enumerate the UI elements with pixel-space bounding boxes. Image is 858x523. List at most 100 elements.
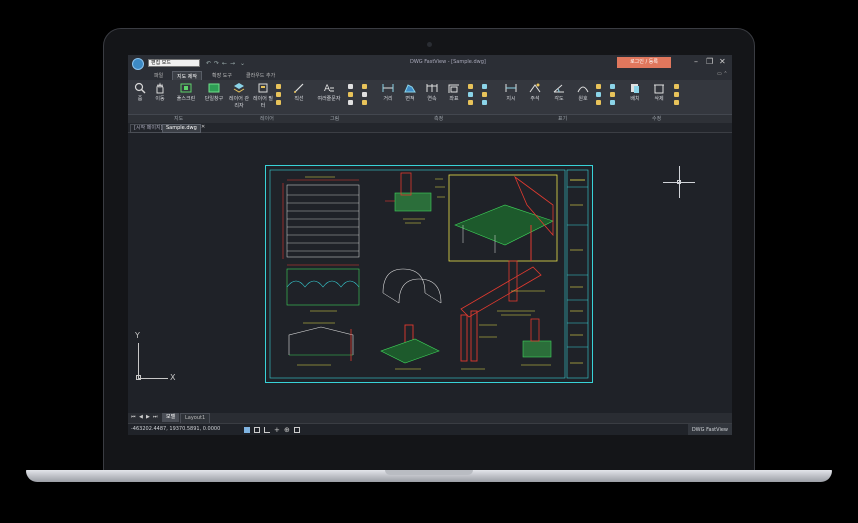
annotate-option-icon[interactable] — [610, 100, 615, 105]
zoom-button[interactable]: 줌 — [132, 82, 148, 102]
forward-icon[interactable]: → — [230, 60, 235, 67]
measure-button[interactable]: 단일창구 — [202, 82, 226, 102]
group-label-layer: 레이어 — [260, 116, 274, 122]
arch-frame-isometric — [382, 268, 442, 304]
measure-option-icon[interactable] — [468, 84, 473, 89]
ucs-y-axis — [138, 343, 139, 378]
tab-extension-tools[interactable]: 확장 도구 — [208, 71, 236, 80]
app-window: 편집 모드 ↶ ↷ ← → ⌄ DWG FastView - [Sample.d… — [128, 55, 732, 435]
next-layout-icon[interactable]: ▶ — [146, 414, 150, 420]
layers-icon — [233, 83, 245, 93]
ribbon-group-labels: 지도 레이어 그림 측정 표기 수정 — [128, 114, 732, 123]
layer-option-icon[interactable] — [276, 92, 281, 97]
multiline-text-button[interactable]: A 여러줄문자 — [314, 82, 344, 102]
area-button[interactable]: 면적 — [402, 82, 418, 102]
tab-model[interactable]: 모델 — [162, 413, 180, 422]
ucs-x-label: X — [170, 373, 176, 382]
group-label-draw: 그림 — [330, 116, 340, 122]
ortho-icon[interactable] — [264, 427, 270, 433]
linear-dimension-button[interactable]: 거리 — [380, 82, 396, 102]
pan-label: 이동 — [155, 96, 165, 102]
modify-option-icon[interactable] — [674, 92, 679, 97]
line-button[interactable]: 직선 — [291, 82, 307, 102]
leader-button[interactable]: 지시 — [503, 82, 519, 102]
arc-icon — [577, 86, 589, 93]
last-layout-icon[interactable]: ⏭ — [153, 414, 158, 420]
osnap-icon[interactable]: ⊕ — [284, 427, 290, 434]
layer-option-icon[interactable] — [276, 84, 281, 89]
undo-icon[interactable]: ↶ — [206, 60, 211, 67]
layout-label: 배치 — [630, 96, 640, 102]
measure-option-icon[interactable] — [482, 92, 487, 97]
angle-label: 각도 — [554, 96, 564, 102]
lineweight-icon[interactable] — [294, 427, 300, 433]
group-label-measure: 측정 — [434, 116, 444, 122]
ucs-origin-icon — [136, 375, 141, 380]
layer-state-icon — [258, 83, 268, 93]
tab-close-icon[interactable]: ✕ — [198, 124, 208, 131]
annotate-option-icon[interactable] — [596, 92, 601, 97]
modify-option-icon[interactable] — [674, 84, 679, 89]
quick-access-dropdown-icon[interactable]: ⌄ — [240, 60, 245, 67]
measure-option-icon[interactable] — [468, 92, 473, 97]
erase-label: 삭제 — [654, 96, 664, 102]
first-layout-icon[interactable]: ⏮ — [131, 414, 136, 420]
login-button[interactable]: 로그인 / 등록 — [617, 57, 671, 68]
leader-icon — [505, 84, 517, 92]
polar-icon[interactable]: + — [274, 427, 280, 434]
draw-option-icon[interactable] — [348, 100, 353, 105]
modify-option-icon[interactable] — [674, 100, 679, 105]
drawing-canvas[interactable]: Y X — [128, 133, 732, 413]
pan-button[interactable]: 이동 — [152, 82, 168, 102]
draw-option-icon[interactable] — [362, 100, 367, 105]
annotate-option-icon[interactable] — [596, 84, 601, 89]
layer-option-icon[interactable] — [276, 100, 281, 105]
continuous-button[interactable]: 연속 — [424, 82, 440, 102]
arc-length-label: 원호 — [578, 96, 588, 102]
leader-label: 지시 — [506, 96, 516, 102]
mode-select[interactable]: 편집 모드 — [148, 59, 200, 67]
layer-state-button[interactable]: 레이어 필터 — [253, 82, 273, 109]
draw-option-icon[interactable] — [362, 84, 367, 89]
draw-option-icon[interactable] — [348, 92, 353, 97]
angle-button[interactable]: 각도 — [551, 82, 567, 102]
ribbon-options-icon[interactable]: ▭ ⌃ — [713, 70, 732, 78]
draw-option-icon[interactable] — [348, 84, 353, 89]
roof-truss-3d-view — [448, 174, 558, 262]
annotate-button[interactable]: 주석 — [527, 82, 543, 102]
base-plate-detail — [385, 172, 445, 224]
layout-button[interactable]: 배치 — [627, 82, 643, 102]
measure-option-icon[interactable] — [482, 100, 487, 105]
measure-option-icon[interactable] — [482, 84, 487, 89]
annotate-option-icon[interactable] — [610, 92, 615, 97]
layer-manager-button[interactable]: 레이어 관리자 — [229, 82, 249, 109]
fullscreen-button[interactable]: 풀스크린 — [174, 82, 198, 102]
hand-icon — [156, 82, 164, 94]
snap-icon[interactable] — [254, 427, 260, 433]
minimize-icon[interactable]: – — [694, 57, 698, 66]
annotate-option-icon[interactable] — [596, 100, 601, 105]
close-icon[interactable]: ✕ — [719, 57, 726, 66]
arc-length-button[interactable]: 원호 — [575, 82, 591, 102]
prev-layout-icon[interactable]: ◀ — [139, 414, 143, 420]
layout-icon — [631, 84, 639, 93]
erase-button[interactable]: 삭제 — [651, 82, 667, 102]
back-icon[interactable]: ← — [222, 60, 227, 67]
redo-icon[interactable]: ↷ — [214, 60, 219, 67]
measure-option-icon[interactable] — [468, 100, 473, 105]
tab-file[interactable]: 파일 — [150, 71, 167, 80]
draw-option-icon[interactable] — [362, 92, 367, 97]
layer-state-label: 레이어 필터 — [253, 96, 273, 109]
line-icon — [294, 83, 304, 93]
sample-file-tab[interactable]: Sample.dwg — [162, 124, 201, 133]
restore-icon[interactable]: ❐ — [706, 57, 713, 66]
tab-cloud[interactable]: 클라우드 추가 — [242, 71, 279, 80]
multiline-text-label: 여러줄문자 — [317, 96, 341, 102]
grid-icon[interactable] — [244, 427, 250, 433]
footing-detail — [380, 324, 440, 370]
coordinate-button[interactable]: 좌표 — [446, 82, 462, 102]
app-logo-icon[interactable] — [132, 58, 144, 70]
line-label: 직선 — [294, 96, 304, 102]
annotate-option-icon[interactable] — [610, 84, 615, 89]
column-connection-detail — [460, 310, 497, 370]
